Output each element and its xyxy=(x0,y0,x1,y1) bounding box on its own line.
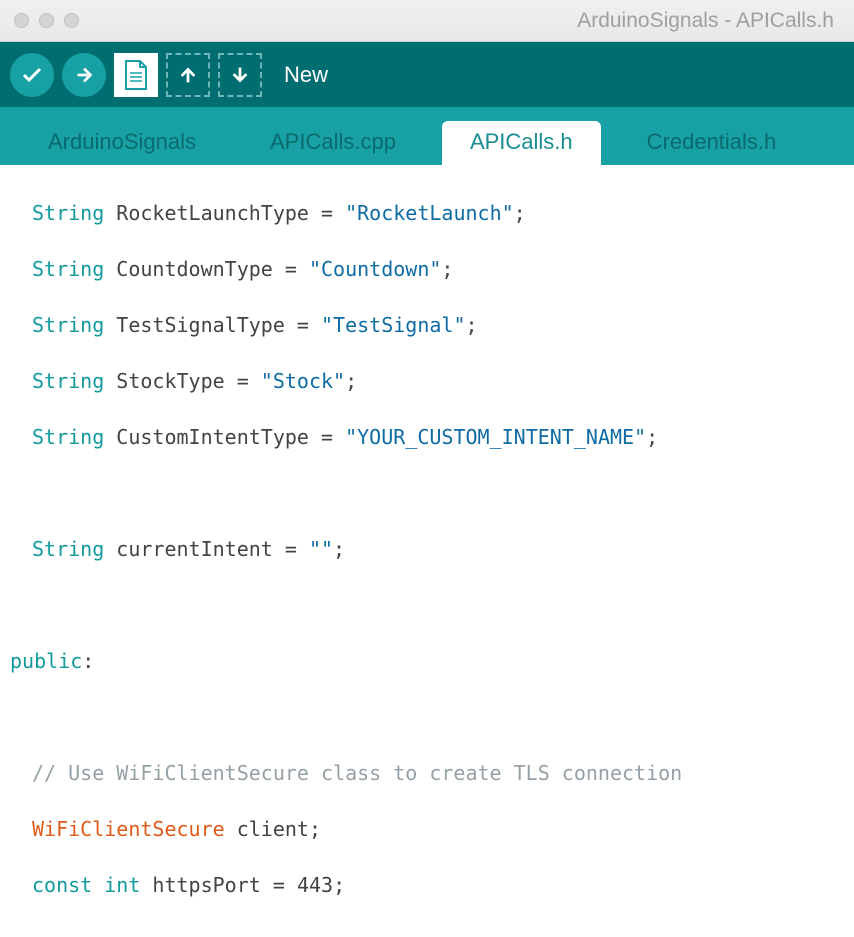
file-icon xyxy=(122,59,150,91)
code-line xyxy=(10,703,844,731)
arrow-right-icon xyxy=(73,64,95,86)
code-line: String TestSignalType = "TestSignal"; xyxy=(10,311,844,339)
arrow-up-icon xyxy=(177,64,199,86)
window-title: ArduinoSignals - APICalls.h xyxy=(79,9,840,33)
titlebar: ArduinoSignals - APICalls.h xyxy=(0,0,854,42)
close-window-button[interactable] xyxy=(14,13,29,28)
verify-button[interactable] xyxy=(10,53,54,97)
code-line: String currentIntent = ""; xyxy=(10,535,844,563)
tab-apicalls-cpp[interactable]: APICalls.cpp xyxy=(242,121,424,165)
traffic-lights xyxy=(14,13,79,28)
save-button[interactable] xyxy=(218,53,262,97)
code-line: WiFiClientSecure client; xyxy=(10,815,844,843)
code-line: const int httpsPort = 443; xyxy=(10,871,844,899)
code-line: String CustomIntentType = "YOUR_CUSTOM_I… xyxy=(10,423,844,451)
tab-apicalls-h[interactable]: APICalls.h xyxy=(442,121,601,165)
tab-credentials-h[interactable]: Credentials.h xyxy=(619,121,805,165)
code-editor[interactable]: String RocketLaunchType = "RocketLaunch"… xyxy=(0,165,854,937)
minimize-window-button[interactable] xyxy=(39,13,54,28)
upload-button[interactable] xyxy=(62,53,106,97)
tab-bar: ArduinoSignals APICalls.cpp APICalls.h C… xyxy=(0,107,854,165)
code-line: String CountdownType = "Countdown"; xyxy=(10,255,844,283)
new-button[interactable] xyxy=(114,53,158,97)
toolbar-status-label: New xyxy=(284,62,328,88)
tab-arduinosignals[interactable]: ArduinoSignals xyxy=(20,121,224,165)
code-line: String RocketLaunchType = "RocketLaunch"… xyxy=(10,199,844,227)
code-line: // Use WiFiClientSecure class to create … xyxy=(10,759,844,787)
arrow-down-icon xyxy=(229,64,251,86)
code-line: public: xyxy=(10,647,844,675)
toolbar: New xyxy=(0,42,854,107)
code-line xyxy=(10,591,844,619)
code-line: String StockType = "Stock"; xyxy=(10,367,844,395)
code-line xyxy=(10,479,844,507)
check-icon xyxy=(20,63,44,87)
zoom-window-button[interactable] xyxy=(64,13,79,28)
open-button[interactable] xyxy=(166,53,210,97)
